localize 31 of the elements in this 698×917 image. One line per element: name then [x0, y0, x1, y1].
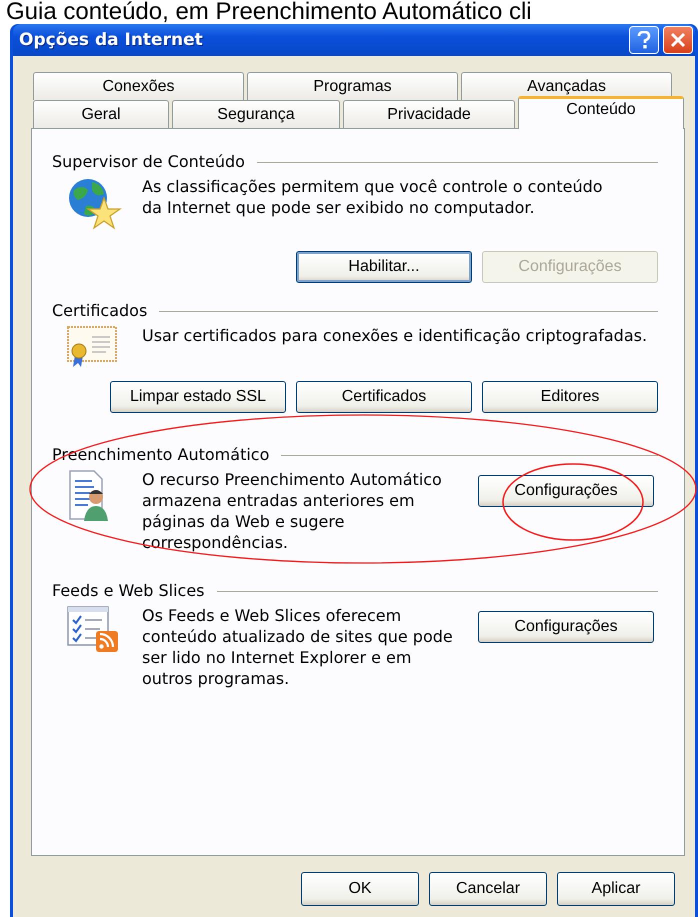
section-description: As classificações permitem que você controle o conteúdo da Internet que pode ser exibido no computador.	[142, 176, 604, 219]
tab[interactable]: Privacidade	[343, 100, 515, 128]
caption-text: Guia conteúdo, em Preenchimento Automático cli	[5, 0, 533, 24]
section-title: Supervisor de Conteúdo	[52, 152, 245, 170]
close-icon	[670, 32, 686, 48]
tab[interactable]: Conteúdo	[518, 96, 684, 129]
tab[interactable]: Segurança	[172, 100, 340, 128]
tab[interactable]: Conexões	[33, 72, 244, 100]
window-title: Opções da Internet	[19, 30, 203, 50]
button[interactable]: Cancelar	[429, 872, 547, 906]
section-title: Feeds e Web Slices	[52, 580, 205, 600]
close-button[interactable]	[663, 26, 693, 54]
section-description: Usar certificados para conexões e identificação criptografadas.	[142, 325, 648, 347]
tab[interactable]: Geral	[33, 100, 169, 128]
button[interactable]: Habilitar...	[296, 251, 472, 283]
button[interactable]: Configurações	[478, 475, 654, 507]
button[interactable]: Limpar estado SSL	[110, 381, 286, 413]
tab[interactable]: Programas	[247, 72, 458, 100]
button[interactable]: OK	[301, 872, 419, 906]
button[interactable]: Aplicar	[557, 872, 675, 906]
help-button[interactable]	[629, 26, 659, 54]
button[interactable]: Configurações	[478, 611, 654, 643]
checklist-feed-icon	[66, 605, 120, 653]
section-description: O recurso Preenchimento Automático armazena entradas anteriores em páginas da Web e sugere correspondências.	[142, 469, 443, 553]
section-description: Os Feeds e Web Slices oferecem conteúdo atualizado de sites que pode ser lido no Internet Explorer e em outros programas.	[142, 605, 454, 689]
globe-star-icon	[66, 176, 122, 232]
question-mark-icon	[637, 31, 651, 49]
button[interactable]: Certificados	[296, 381, 472, 413]
tab[interactable]: Avançadas	[461, 72, 672, 100]
section-title: Certificados	[52, 300, 148, 320]
button[interactable]: Editores	[482, 381, 658, 413]
